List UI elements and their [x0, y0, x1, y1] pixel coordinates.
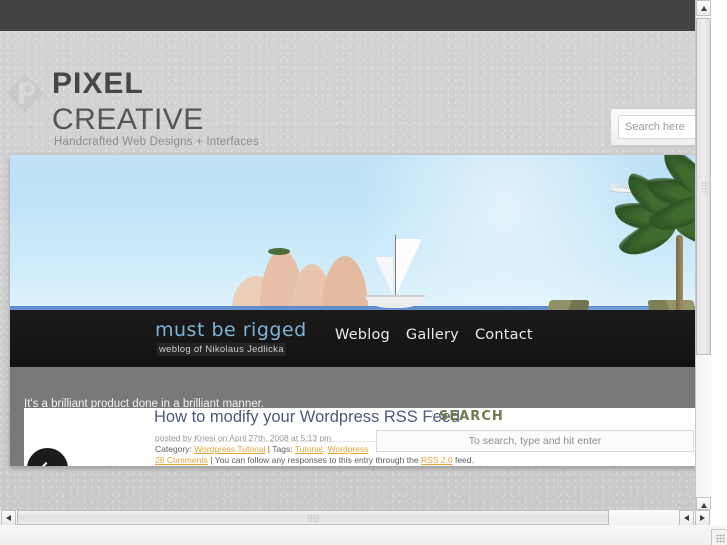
- sidebar-search-input[interactable]: To search, type and hit enter: [376, 430, 694, 452]
- site-tagline: Handcrafted Web Designs + Interfaces: [54, 136, 259, 148]
- meta-category-link[interactable]: Wordpress Tutorial: [194, 444, 265, 454]
- showcased-site-logo: must be rigged: [155, 319, 307, 341]
- horizontal-scrollbar-thumb[interactable]: [17, 510, 609, 525]
- comments-link[interactable]: 26 Comments: [155, 455, 208, 465]
- showcased-site-nav: Weblog Gallery Contact: [335, 327, 533, 343]
- scroll-left-icon: [684, 515, 689, 521]
- page-top-dark-bar: [0, 0, 711, 31]
- scroll-left-button-end[interactable]: [679, 510, 694, 525]
- meta-tag-link-tutorial[interactable]: Tutorial: [295, 444, 323, 454]
- meta-tag-comma: ,: [322, 444, 326, 454]
- brand-line-pixel: PIXEL: [52, 67, 144, 100]
- chevron-left-icon: [38, 461, 54, 466]
- vertical-scrollbar[interactable]: [695, 0, 711, 525]
- resize-grip-icon: [716, 534, 725, 543]
- scroll-up-icon: [700, 5, 707, 11]
- sailboat-icon: [365, 235, 425, 311]
- window-resize-corner[interactable]: [711, 529, 727, 545]
- nav-item-gallery[interactable]: Gallery: [406, 327, 459, 343]
- rss-link[interactable]: RSS 2.0: [421, 455, 453, 465]
- showcased-site-navbar: must be rigged weblog of Nikolaus Jedlic…: [10, 310, 711, 367]
- nav-item-weblog[interactable]: Weblog: [335, 327, 390, 343]
- meta-separator: |: [267, 444, 271, 454]
- screenshot-root: PIXEL CREATIVE Handcrafted Web Designs +…: [0, 0, 727, 545]
- nav-item-contact[interactable]: Contact: [475, 327, 533, 343]
- scroll-right-icon: [700, 515, 705, 521]
- brand-line-creative: CREATIVE: [52, 103, 204, 136]
- window-bottom-edge: [0, 525, 727, 545]
- post-comments-line: 26 Comments | You can follow any respons…: [155, 455, 474, 465]
- post-title[interactable]: How to modify your Wordpress RSS Feed: [154, 408, 460, 427]
- scroll-up-button[interactable]: [696, 0, 711, 16]
- rocky-island: [232, 248, 368, 308]
- scroll-left-icon: [6, 515, 11, 521]
- scroll-left-button[interactable]: [1, 510, 16, 525]
- comments-text-before: You can follow any responses to this ent…: [214, 455, 419, 465]
- vertical-scrollbar-thumb[interactable]: [696, 18, 711, 355]
- slider-preview-frame[interactable]: must be rigged weblog of Nikolaus Jedlic…: [10, 155, 711, 466]
- comments-text-after: feed.: [454, 455, 474, 465]
- horizontal-scrollbar[interactable]: [0, 509, 711, 525]
- scroll-right-button[interactable]: [695, 510, 710, 525]
- site-header: PIXEL CREATIVE Handcrafted Web Designs +…: [0, 31, 711, 153]
- showcased-site-subtitle: weblog of Nikolaus Jedlicka: [157, 343, 286, 356]
- window-right-edge: [711, 0, 727, 545]
- meta-tags-label: Tags:: [272, 444, 293, 454]
- browser-viewport: PIXEL CREATIVE Handcrafted Web Designs +…: [0, 0, 711, 525]
- brand-wordmark: PIXEL CREATIVE: [52, 69, 204, 135]
- post-meta-line: Category: Wordpress Tutorial | Tags: Tut…: [155, 444, 369, 454]
- meta-category-label: Category:: [155, 444, 192, 454]
- showcased-site-content: How to modify your Wordpress RSS Feed po…: [24, 408, 697, 466]
- comments-separator: |: [210, 455, 213, 465]
- meta-tag-link-wordpress[interactable]: Wordpress: [328, 444, 369, 454]
- grip-icon: [701, 181, 708, 192]
- pixel-p-logo-icon: [4, 72, 46, 114]
- sidebar-search-heading: SEARCH: [439, 409, 504, 424]
- grip-icon: [307, 514, 319, 522]
- scroll-up-icon: [700, 502, 707, 508]
